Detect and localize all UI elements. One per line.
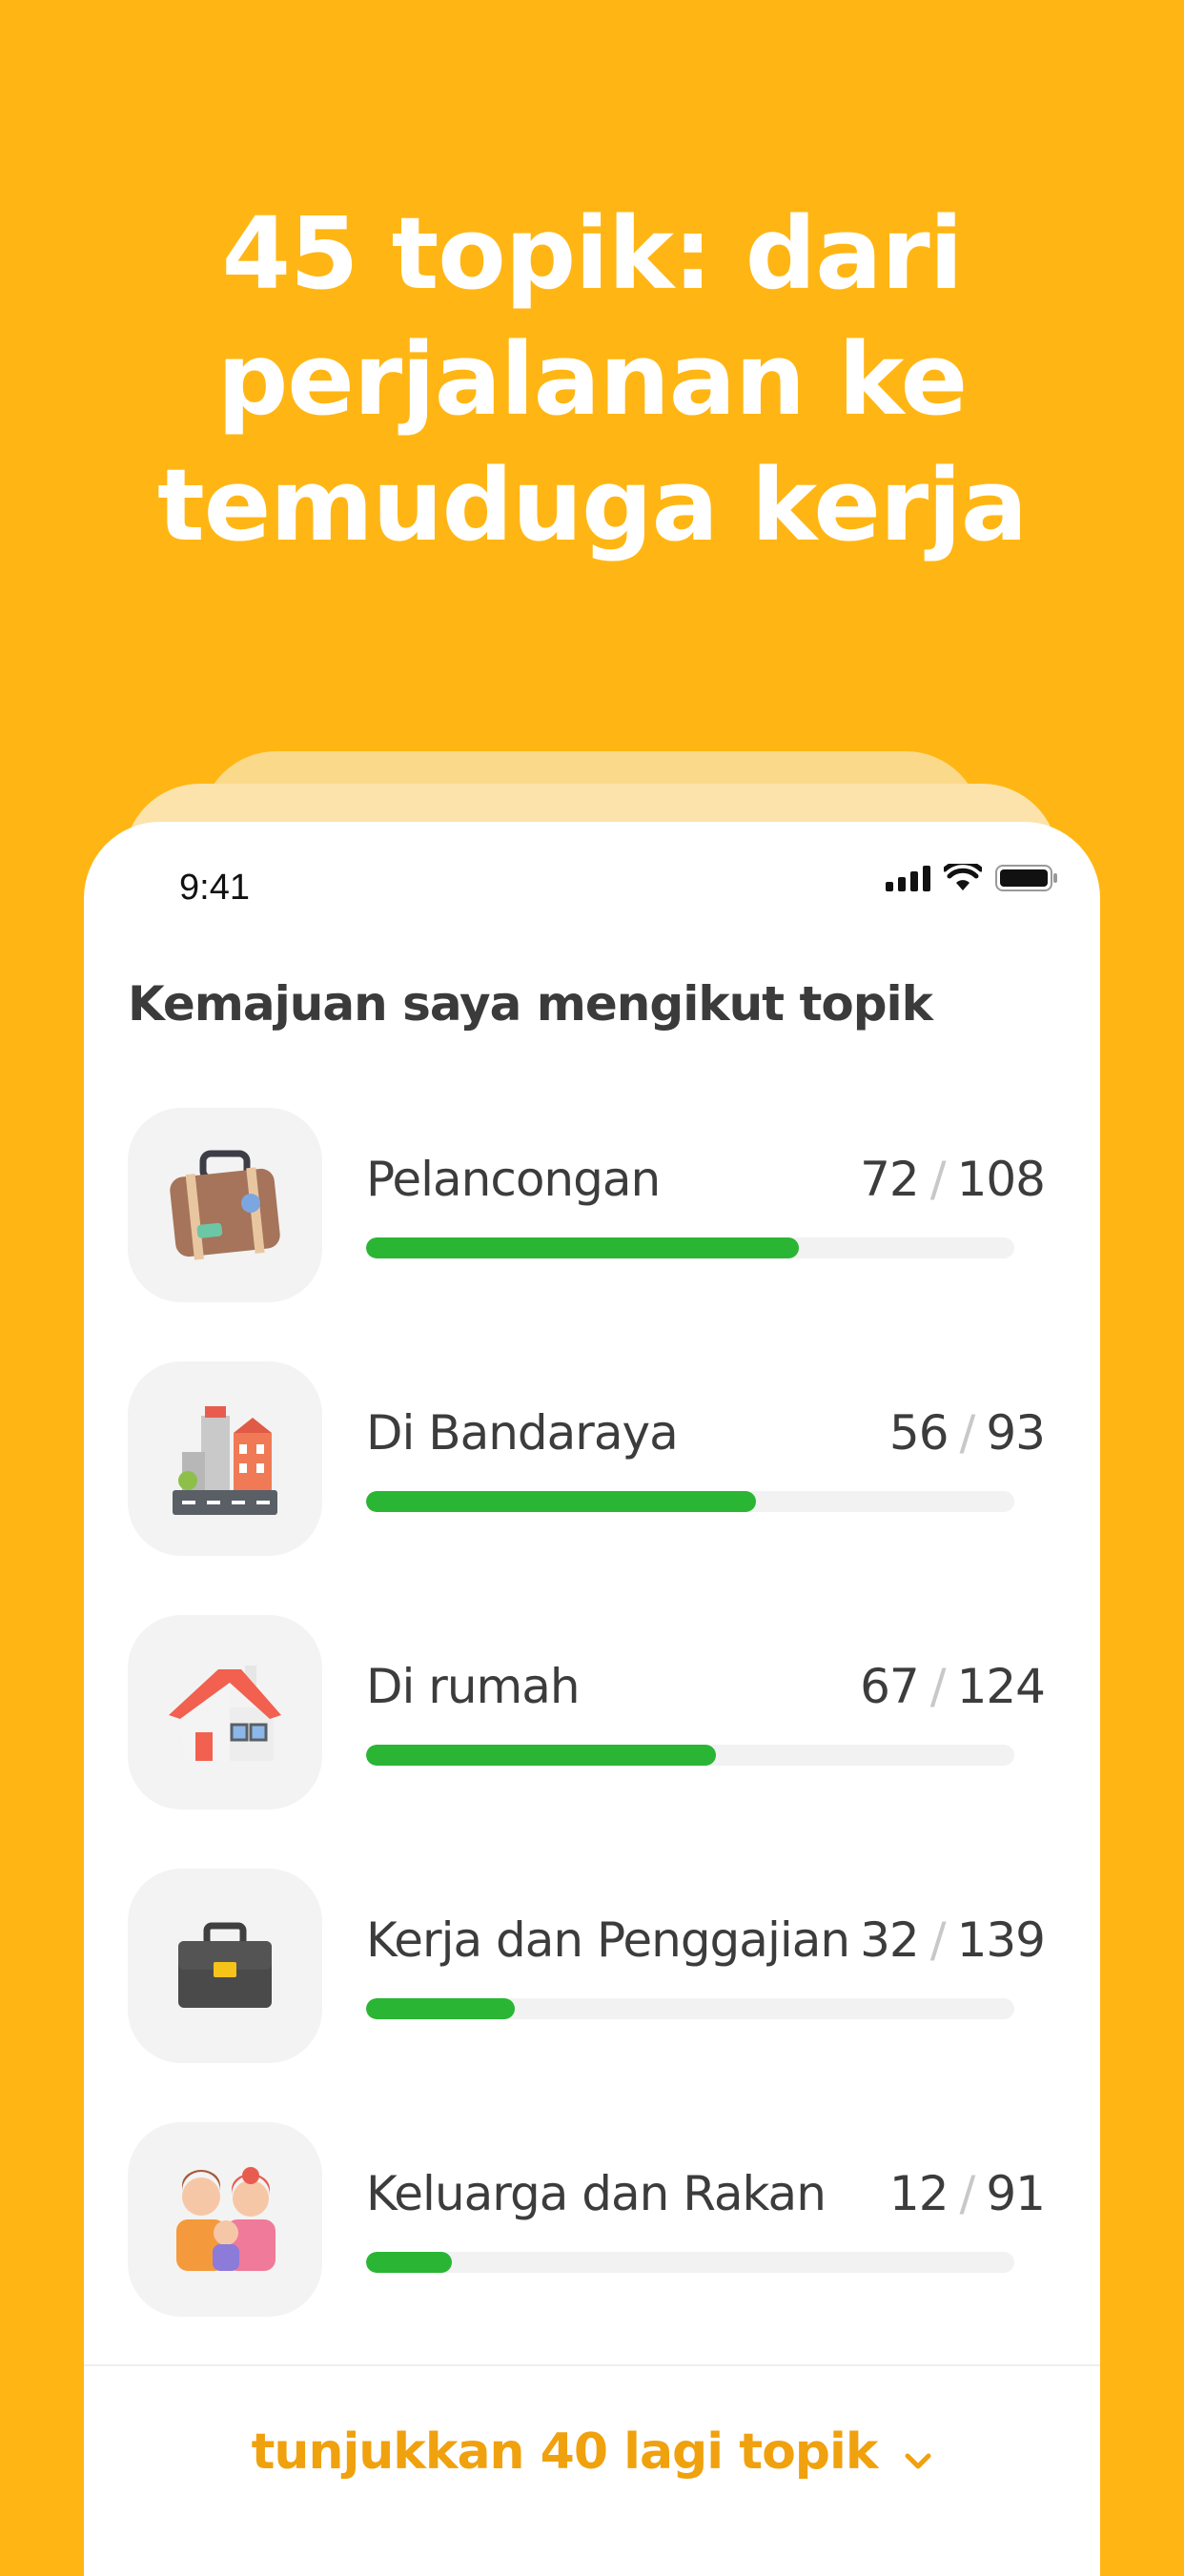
topic-count: 12/91 (888, 2166, 1046, 2221)
divider (84, 2364, 1100, 2366)
topic-icon-box (128, 2122, 322, 2317)
topic-icon-box (128, 1615, 322, 1809)
topic-item-di-bandaraya[interactable]: Di Bandaraya 56/93 (128, 1361, 1062, 1558)
battery-icon (995, 865, 1057, 891)
topic-item-keluarga-dan-rakan[interactable]: Keluarga dan Rakan 12/91 (128, 2122, 1062, 2319)
topic-name: Di Bandaraya (366, 1405, 679, 1461)
topic-count: 56/93 (888, 1405, 1046, 1461)
progress-bar (366, 1491, 1014, 1512)
slash-separator: / (929, 1912, 947, 1968)
section-title: Kemajuan saya mengikut topik (128, 976, 933, 1032)
chevron-down-icon (904, 2426, 932, 2484)
topic-total: 93 (986, 1405, 1046, 1461)
topic-item-di-rumah[interactable]: Di rumah 67/124 (128, 1615, 1062, 1811)
topic-done: 72 (860, 1152, 920, 1207)
topic-item-pelancongan[interactable]: Pelancongan 72/108 (128, 1108, 1062, 1304)
topic-icon-box (128, 1869, 322, 2063)
house-icon (169, 1666, 281, 1761)
topic-name: Kerja dan Penggajian (366, 1912, 850, 1968)
phone-screen: 9:41 Kemajuan saya mengikut topik Pelanc… (84, 822, 1100, 2576)
slash-separator: / (929, 1152, 947, 1207)
topic-done: 56 (888, 1405, 949, 1461)
topic-done: 12 (888, 2166, 949, 2221)
topic-name: Di rumah (366, 1659, 581, 1714)
topic-count: 32/139 (860, 1912, 1046, 1968)
status-time: 9:41 (179, 868, 250, 908)
topic-total: 91 (986, 2166, 1046, 2221)
topic-done: 67 (860, 1659, 920, 1714)
status-icons (886, 864, 1058, 892)
topic-done: 32 (860, 1912, 920, 1968)
headline-line-3: temuduga kerja (157, 447, 1028, 563)
topic-name: Keluarga dan Rakan (366, 2166, 827, 2221)
topic-count: 67/124 (860, 1659, 1046, 1714)
progress-fill (366, 1998, 516, 2019)
suitcase-icon (170, 1150, 280, 1260)
slash-separator: / (929, 1659, 947, 1714)
topic-icon-box (128, 1361, 322, 1556)
progress-bar (366, 1745, 1014, 1766)
show-more-label: tunjukkan 40 lagi topik (251, 2423, 879, 2481)
topic-name: Pelancongan (366, 1152, 661, 1207)
headline-line-1: 45 topik: dari (221, 195, 964, 312)
topic-count: 72/108 (860, 1152, 1046, 1207)
slash-separator: / (959, 2166, 976, 2221)
topic-icon-box (128, 1108, 322, 1302)
progress-fill (366, 1745, 717, 1766)
progress-fill (366, 1491, 757, 1512)
show-more-button[interactable]: tunjukkan 40 lagi topik (84, 2423, 1100, 2484)
progress-bar (366, 1237, 1014, 1258)
headline: 45 topik: dari perjalanan ke temuduga ke… (0, 191, 1184, 568)
topic-total: 108 (956, 1152, 1046, 1207)
progress-bar (366, 1998, 1014, 2019)
signal-icon (886, 865, 930, 891)
progress-fill (366, 1237, 799, 1258)
family-icon (176, 2167, 276, 2271)
city-icon (173, 1406, 277, 1515)
topic-item-kerja-dan-penggajian[interactable]: Kerja dan Penggajian 32/139 (128, 1869, 1062, 2065)
topic-total: 124 (956, 1659, 1046, 1714)
wifi-icon (944, 864, 982, 890)
slash-separator: / (959, 1405, 976, 1461)
progress-fill (366, 2252, 452, 2273)
progress-bar (366, 2252, 1014, 2273)
headline-line-2: perjalanan ke (216, 321, 968, 438)
briefcase-icon (178, 1922, 272, 2008)
topic-total: 139 (956, 1912, 1046, 1968)
